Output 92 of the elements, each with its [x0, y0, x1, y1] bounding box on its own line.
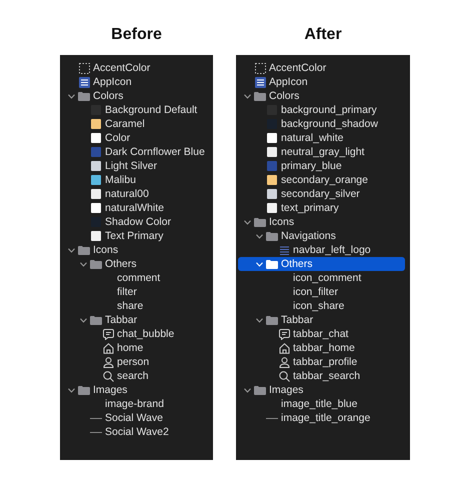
navigator-row[interactable]: secondary_orange [238, 173, 405, 187]
navigator-row[interactable]: Images [62, 383, 208, 397]
navigator-row[interactable]: navbar_left_logo [238, 243, 405, 257]
navigator-row[interactable]: image-brand [62, 397, 208, 411]
navigator-row[interactable]: Social Wave2 [62, 425, 208, 439]
navigator-row[interactable]: AccentColor [62, 61, 208, 75]
dash-icon [266, 416, 278, 420]
navigator-row[interactable]: tabbar_search [238, 369, 405, 383]
dashed-square-icon [254, 62, 266, 74]
folder-icon [90, 316, 102, 324]
navigator-row[interactable]: background_shadow [238, 117, 405, 131]
folder-icon [90, 260, 102, 268]
navigator-row[interactable]: Navigations [238, 229, 405, 243]
navigator-row[interactable]: share [62, 299, 208, 313]
dashed-square-icon [78, 62, 90, 74]
house-icon [102, 342, 114, 354]
folder-icon [266, 232, 278, 240]
chevron-icon[interactable] [68, 94, 75, 98]
navigator-row[interactable]: natural00 [62, 187, 208, 201]
navigator-row[interactable]: AppIcon [238, 75, 405, 89]
navigator-row[interactable]: secondary_silver [238, 187, 405, 201]
house-icon [278, 342, 290, 354]
chevron-icon[interactable] [244, 220, 251, 224]
navigator-row[interactable]: Background Default [62, 103, 208, 117]
person-icon [278, 356, 290, 368]
navigator-row[interactable]: icon_share [238, 299, 405, 313]
app-icon [78, 76, 90, 88]
lines-icon [278, 246, 290, 254]
navigator-row[interactable]: Dark Cornflower Blue [62, 145, 208, 159]
navigator-row[interactable]: neutral_gray_light [238, 145, 405, 159]
navigator-row[interactable]: Colors [238, 89, 405, 103]
navigator-row[interactable]: person [62, 355, 208, 369]
chat-bubble-icon [278, 328, 290, 340]
navigator-row[interactable]: image_title_orange [238, 411, 405, 425]
chevron-icon[interactable] [80, 318, 87, 322]
navigator-row[interactable]: tabbar_chat [238, 327, 405, 341]
navigator-row[interactable]: Shadow Color [62, 215, 208, 229]
navigator-row[interactable]: background_primary [238, 103, 405, 117]
chat-bubble-icon [102, 328, 114, 340]
chevron-icon[interactable] [68, 248, 75, 252]
dash-icon [90, 430, 102, 434]
navigator-row[interactable]: chat_bubble [62, 327, 208, 341]
app-icon [254, 76, 266, 88]
navigator-row[interactable]: Images [238, 383, 405, 397]
folder-icon [266, 316, 278, 324]
chevron-icon[interactable] [256, 234, 263, 238]
navigator-row[interactable]: Caramel [62, 117, 208, 131]
person-icon [102, 356, 114, 368]
dash-icon [90, 416, 102, 420]
folder-icon [78, 386, 90, 394]
folder-icon [266, 260, 278, 268]
navigator-row[interactable]: AppIcon [62, 75, 208, 89]
navigator-row[interactable]: Malibu [62, 173, 208, 187]
navigator-row[interactable]: search [62, 369, 208, 383]
search-icon [102, 370, 114, 382]
navigator-row[interactable]: comment [62, 271, 208, 285]
folder-icon [254, 92, 266, 100]
navigator-row[interactable]: Others [238, 257, 405, 271]
folder-icon [254, 218, 266, 226]
navigator-row[interactable]: image_title_blue [238, 397, 405, 411]
search-icon [278, 370, 290, 382]
chevron-icon[interactable] [244, 388, 251, 392]
navigator-row[interactable]: primary_blue [238, 159, 405, 173]
navigator-row[interactable]: Tabbar [62, 313, 208, 327]
navigator-row[interactable]: AccentColor [238, 61, 405, 75]
panel-heading: After [304, 25, 342, 45]
panel-heading: Before [111, 25, 162, 45]
navigator-row[interactable]: icon_filter [238, 285, 405, 299]
navigator-row[interactable]: natural_white [238, 131, 405, 145]
navigator-row[interactable]: text_primary [238, 201, 405, 215]
navigator-row[interactable]: Color [62, 131, 208, 145]
chevron-icon[interactable] [80, 262, 87, 266]
navigator-row[interactable]: filter [62, 285, 208, 299]
folder-icon [78, 92, 90, 100]
navigator-row[interactable]: Colors [62, 89, 208, 103]
navigator-row[interactable]: Tabbar [238, 313, 405, 327]
navigator-row[interactable]: naturalWhite [62, 201, 208, 215]
navigator-row[interactable]: Text Primary [62, 229, 208, 243]
navigator-row[interactable]: tabbar_home [238, 341, 405, 355]
navigator-row[interactable]: Others [62, 257, 208, 271]
navigator-row[interactable]: home [62, 341, 208, 355]
chevron-icon[interactable] [68, 388, 75, 392]
navigator-row[interactable]: tabbar_profile [238, 355, 405, 369]
navigator-row[interactable]: Icons [62, 243, 208, 257]
folder-icon [254, 386, 266, 394]
navigator-row[interactable]: Light Silver [62, 159, 208, 173]
navigator-row[interactable]: Social Wave [62, 411, 208, 425]
chevron-icon[interactable] [256, 318, 263, 322]
chevron-icon[interactable] [244, 94, 251, 98]
navigator-row[interactable]: icon_comment [238, 271, 405, 285]
navigator-row[interactable]: Icons [238, 215, 405, 229]
folder-icon [78, 246, 90, 254]
